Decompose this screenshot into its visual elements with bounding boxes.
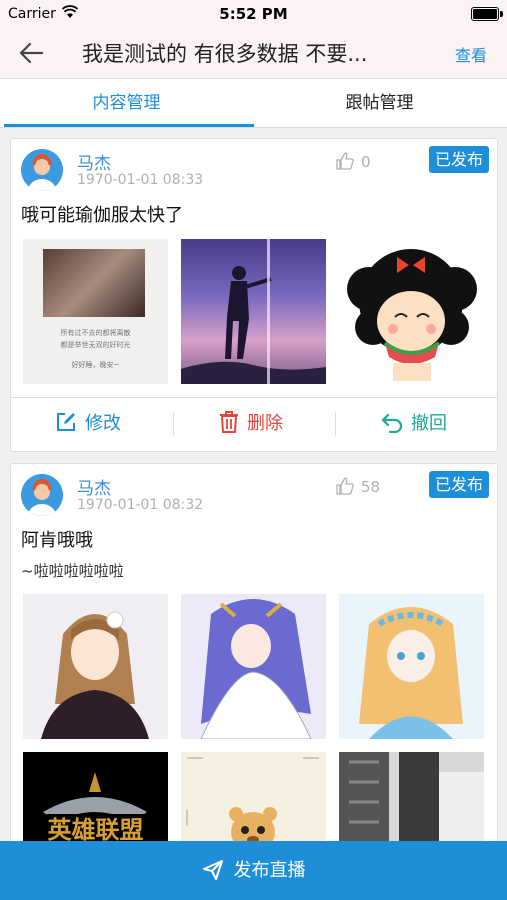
avatar — [21, 474, 63, 516]
navigation-bar: 我是测试的 有很多数据 不要... 查看 — [0, 28, 507, 79]
logo-text: 英雄联盟 — [47, 816, 144, 841]
edit-label: 修改 — [85, 413, 121, 434]
image-caption-line: 都是举世无双的好时光 — [60, 341, 131, 349]
post-title: 哦可能瑜伽服太快了 — [21, 205, 183, 226]
revoke-label: 撤回 — [411, 413, 447, 434]
anime-girl-flower-crown-image[interactable] — [339, 594, 484, 739]
status-badge: 已发布 — [428, 471, 489, 498]
like-count-value: 0 — [361, 153, 371, 171]
bear-toy-image[interactable] — [181, 752, 326, 841]
like-count-value: 58 — [361, 478, 381, 496]
like-count[interactable]: 0 — [335, 151, 371, 171]
status-bar: Carrier 5:52 PM — [0, 0, 507, 28]
view-button[interactable]: 查看 — [455, 42, 487, 66]
action-divider — [173, 412, 174, 436]
clock: 5:52 PM — [219, 5, 288, 23]
anime-silhouette-image[interactable] — [181, 239, 326, 384]
keyboard-photo-image[interactable] — [339, 752, 484, 841]
author-name[interactable]: 马杰 — [77, 474, 111, 499]
edit-button[interactable]: 修改 — [55, 398, 121, 450]
trash-icon — [220, 411, 238, 433]
status-badge: 已发布 — [428, 146, 489, 173]
post-card: 马杰 1970-01-01 08:33 0 已发布 哦可能瑜伽服太快了 所有过不… — [10, 138, 498, 452]
anime-girl-purple-image[interactable] — [181, 594, 326, 739]
thumbs-up-icon — [336, 152, 354, 170]
post-date: 1970-01-01 08:32 — [77, 497, 204, 513]
post-subtitle: ~啦啦啦啦啦啦 — [21, 562, 124, 580]
league-of-legends-logo-image[interactable]: 英雄联盟 — [23, 752, 168, 841]
tab-reply-management[interactable]: 跟帖管理 — [253, 79, 506, 127]
author-name[interactable]: 马杰 — [77, 149, 111, 174]
revoke-button[interactable]: 撤回 — [381, 398, 447, 450]
user-avatar-icon — [21, 474, 63, 516]
image-caption-line: 所有过不去的都将离散 — [60, 329, 131, 337]
thumbs-up-icon — [336, 477, 354, 495]
tab-bar: 内容管理 跟帖管理 — [0, 79, 507, 128]
battery-icon — [471, 7, 503, 21]
delete-button[interactable]: 删除 — [219, 398, 283, 450]
edit-icon — [57, 413, 75, 431]
post-card: 马杰 1970-01-01 08:32 58 已发布 阿肯哦哦 ~啦啦啦啦啦啦 — [10, 463, 498, 841]
anime-girl-brown-hair-image[interactable] — [23, 594, 168, 739]
post-list[interactable]: 马杰 1970-01-01 08:33 0 已发布 哦可能瑜伽服太快了 所有过不… — [0, 128, 507, 841]
back-arrow-icon[interactable] — [14, 38, 48, 68]
action-divider — [335, 412, 336, 436]
user-avatar-icon — [21, 149, 63, 191]
post-title: 阿肯哦哦 — [21, 530, 93, 551]
tab-content-management[interactable]: 内容管理 — [0, 79, 253, 127]
post-date: 1970-01-01 08:33 — [77, 172, 204, 188]
active-tab-indicator — [4, 124, 254, 127]
flower-photo-image[interactable]: 所有过不去的都将离散 都是举世无双的好时光 好好睡，晚安~ — [23, 239, 168, 384]
undo-icon — [381, 413, 403, 434]
publish-live-button[interactable]: 发布直播 — [0, 841, 507, 900]
like-count[interactable]: 58 — [335, 476, 380, 496]
publish-live-label: 发布直播 — [233, 860, 306, 881]
delete-label: 删除 — [247, 413, 283, 434]
post-actions: 修改 删除 撤回 — [11, 397, 497, 450]
cartoon-girl-watermelon-image[interactable] — [339, 239, 484, 384]
page-title: 我是测试的 有很多数据 不要... — [82, 42, 368, 66]
avatar — [21, 149, 63, 191]
paper-plane-icon — [202, 860, 223, 880]
image-caption-line: 好好睡，晚安~ — [71, 361, 120, 369]
